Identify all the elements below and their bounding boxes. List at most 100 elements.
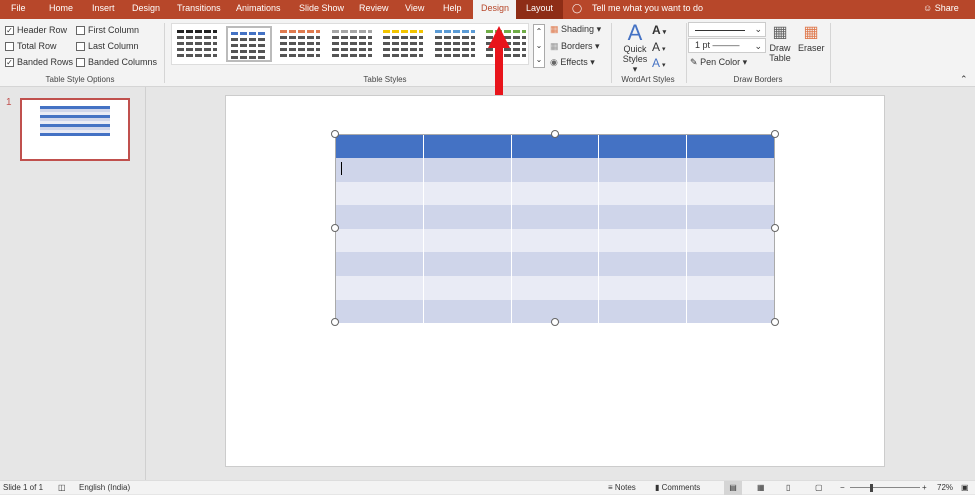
- table-style-option[interactable]: [432, 26, 478, 62]
- tab-view[interactable]: View: [405, 0, 424, 19]
- table-cell[interactable]: [512, 135, 600, 158]
- draw-table-button[interactable]: ▦ Draw Table: [768, 23, 792, 63]
- table-cell[interactable]: [424, 228, 512, 253]
- pen-style-dropdown[interactable]: ⌄: [688, 22, 766, 37]
- resize-handle[interactable]: [331, 224, 339, 232]
- notes-button[interactable]: ≡ Notes: [608, 481, 636, 495]
- text-effects-icon[interactable]: A ▾: [652, 56, 665, 70]
- slideshow-icon[interactable]: ▢: [815, 481, 823, 495]
- tab-insert[interactable]: Insert: [92, 0, 115, 19]
- text-fill-icon[interactable]: A ▾: [652, 23, 666, 37]
- table-cell[interactable]: [336, 252, 424, 276]
- resize-handle[interactable]: [771, 318, 779, 326]
- header-row-checkbox[interactable]: ✓ Header Row: [5, 25, 67, 35]
- table-cell[interactable]: [512, 275, 600, 300]
- table-cell[interactable]: [336, 275, 424, 300]
- table-cell[interactable]: [512, 228, 600, 253]
- resize-handle[interactable]: [331, 318, 339, 326]
- tell-me-search[interactable]: Tell me what you want to do: [592, 0, 703, 19]
- resize-handle[interactable]: [551, 130, 559, 138]
- table[interactable]: [335, 134, 775, 324]
- tab-design[interactable]: Design: [132, 0, 160, 19]
- gallery-scroll[interactable]: ⌃ ⌄ ⌄: [533, 24, 545, 68]
- table-cell[interactable]: [336, 158, 424, 182]
- resize-handle[interactable]: [331, 130, 339, 138]
- table-cell[interactable]: [512, 181, 600, 206]
- text-outline-icon[interactable]: A ▾: [652, 40, 665, 54]
- resize-handle[interactable]: [551, 318, 559, 326]
- tab-animations[interactable]: Animations: [236, 0, 281, 19]
- table-cell[interactable]: [599, 181, 688, 206]
- table-cell[interactable]: [336, 299, 424, 324]
- table-cell[interactable]: [599, 252, 688, 276]
- table-cell[interactable]: [424, 135, 512, 158]
- tab-transitions[interactable]: Transitions: [177, 0, 221, 19]
- slide-sorter-icon[interactable]: ▦: [757, 481, 765, 495]
- tab-file[interactable]: File: [11, 0, 26, 19]
- tab-home[interactable]: Home: [49, 0, 73, 19]
- quick-styles-button[interactable]: A Quick Styles ▾: [620, 22, 650, 75]
- comments-button[interactable]: ▮ Comments: [655, 481, 700, 495]
- last-column-checkbox[interactable]: Last Column: [76, 41, 139, 51]
- table-cell[interactable]: [599, 135, 688, 158]
- pen-weight-dropdown[interactable]: 1 pt ——— ⌄: [688, 38, 766, 53]
- table-cell[interactable]: [512, 158, 600, 182]
- table-cell[interactable]: [424, 299, 512, 324]
- table-cell[interactable]: [687, 300, 774, 324]
- table-cell[interactable]: [687, 276, 774, 300]
- table-cell[interactable]: [687, 252, 774, 276]
- shading-button[interactable]: ▦ Shading ▾: [550, 24, 601, 35]
- tab-review[interactable]: Review: [359, 0, 389, 19]
- table-cell[interactable]: [599, 228, 688, 253]
- table-style-option[interactable]: [329, 26, 375, 62]
- pen-color-button[interactable]: ✎ Pen Color ▾: [690, 57, 747, 68]
- effects-button[interactable]: ◉ Effects ▾: [550, 57, 595, 68]
- tab-table-layout[interactable]: Layout: [516, 0, 564, 19]
- zoom-out-button[interactable]: −: [840, 481, 845, 495]
- table-style-option[interactable]: [174, 26, 220, 62]
- normal-view-icon[interactable]: ▤: [724, 481, 742, 495]
- banded-columns-checkbox[interactable]: Banded Columns: [76, 57, 157, 67]
- table-cell[interactable]: [599, 158, 688, 182]
- table-cell[interactable]: [336, 181, 424, 206]
- table-cell[interactable]: [424, 252, 512, 276]
- table-cell[interactable]: [512, 252, 600, 276]
- tab-slide-show[interactable]: Slide Show: [299, 0, 344, 19]
- table-cell[interactable]: [687, 205, 774, 229]
- table-cell[interactable]: [599, 205, 688, 229]
- first-column-checkbox[interactable]: First Column: [76, 25, 139, 35]
- zoom-slider-thumb[interactable]: [870, 484, 873, 492]
- collapse-ribbon-icon[interactable]: ⌃: [960, 74, 968, 85]
- tab-help[interactable]: Help: [443, 0, 462, 19]
- slide-thumbnail[interactable]: [20, 98, 130, 161]
- table-cell[interactable]: [687, 229, 774, 253]
- table-cell[interactable]: [687, 182, 774, 206]
- table-style-option[interactable]: [277, 26, 323, 62]
- table-cell[interactable]: [336, 135, 424, 158]
- zoom-level[interactable]: 72%: [937, 481, 953, 495]
- tab-table-design[interactable]: Design: [473, 0, 518, 19]
- resize-handle[interactable]: [771, 130, 779, 138]
- table-cell[interactable]: [424, 181, 512, 206]
- table-cell[interactable]: [599, 299, 688, 324]
- fit-to-window-icon[interactable]: ▣: [961, 481, 969, 495]
- spellcheck-icon[interactable]: ◫: [58, 481, 66, 495]
- table-style-option[interactable]: [380, 26, 426, 62]
- table-cell[interactable]: [336, 228, 424, 253]
- table-cell[interactable]: [424, 205, 512, 229]
- eraser-button[interactable]: ▦ Eraser: [798, 23, 825, 53]
- banded-rows-checkbox[interactable]: ✓ Banded Rows: [5, 57, 73, 67]
- zoom-in-button[interactable]: +: [922, 481, 927, 495]
- share-button[interactable]: ☺ Share: [923, 0, 959, 19]
- resize-handle[interactable]: [771, 224, 779, 232]
- table-cell[interactable]: [687, 158, 774, 182]
- reading-view-icon[interactable]: ▯: [786, 481, 790, 495]
- language[interactable]: English (India): [79, 481, 130, 495]
- table-style-option[interactable]: [225, 26, 272, 62]
- borders-button[interactable]: ▦ Borders ▾: [550, 41, 600, 52]
- table-cell[interactable]: [336, 205, 424, 229]
- zoom-slider[interactable]: [850, 487, 920, 488]
- table-cell[interactable]: [512, 205, 600, 229]
- total-row-checkbox[interactable]: Total Row: [5, 41, 57, 51]
- table-cell[interactable]: [424, 158, 512, 182]
